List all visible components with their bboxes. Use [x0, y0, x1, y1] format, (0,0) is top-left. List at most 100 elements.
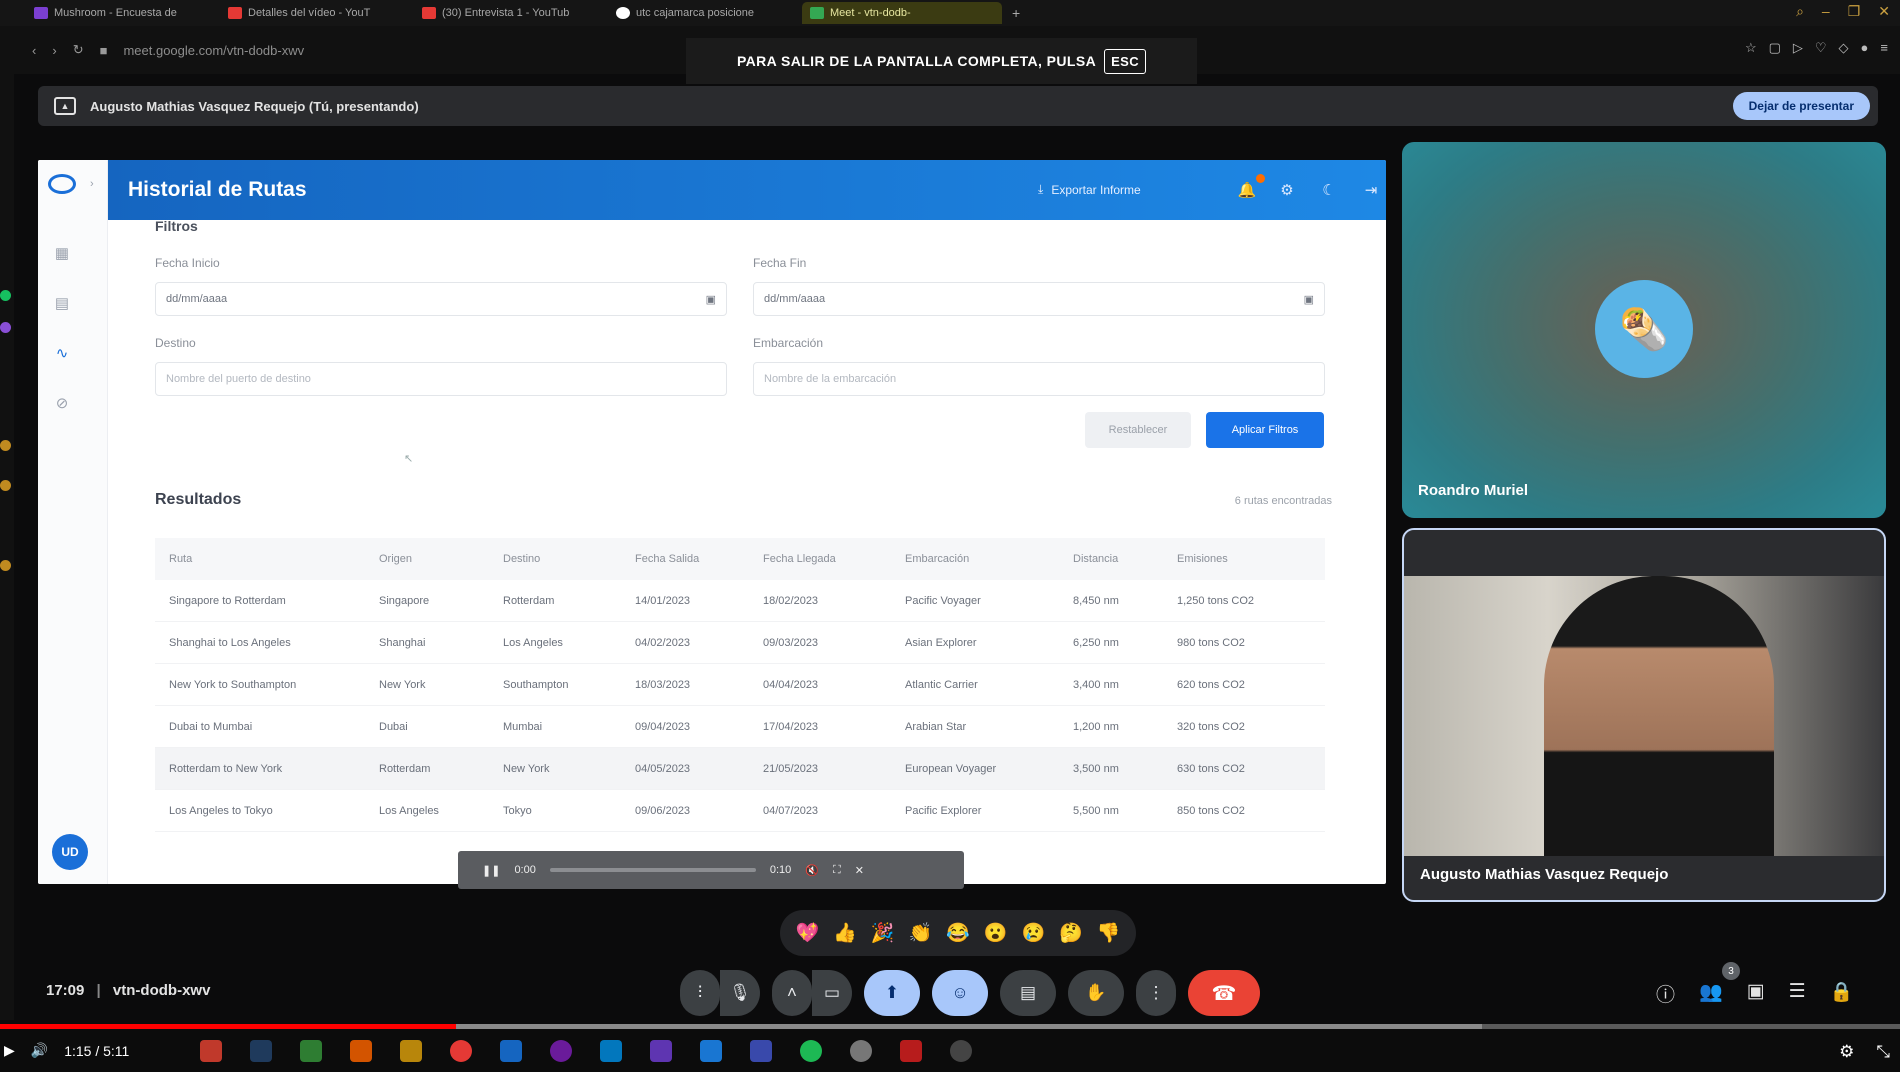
- column-header[interactable]: Destino: [503, 553, 635, 565]
- start-date-input[interactable]: dd/mm/aaaa ▣: [155, 282, 727, 316]
- people-icon[interactable]: 👥: [1699, 980, 1723, 1007]
- moon-icon[interactable]: ☾: [1317, 178, 1341, 202]
- browser-tab[interactable]: (30) Entrevista 1 - YouTub: [414, 2, 604, 24]
- reactions-button[interactable]: ☺: [932, 970, 988, 1016]
- bell-icon[interactable]: 🔔: [1235, 178, 1259, 202]
- pause-icon[interactable]: ❚❚: [482, 864, 500, 877]
- profile-icon[interactable]: ●: [1861, 40, 1869, 56]
- compass-icon[interactable]: ⊘: [52, 394, 72, 414]
- search-tabs-icon[interactable]: ⌕: [1796, 3, 1804, 20]
- cell-distance: 5,500 nm: [1073, 804, 1119, 817]
- new-tab-icon[interactable]: +: [1012, 5, 1020, 21]
- app-header: Historial de Rutas ⤓ Exportar Informe 🔔 ⚙…: [108, 160, 1386, 220]
- thumbs-up-reaction-icon[interactable]: 👍: [833, 921, 857, 945]
- minimize-icon[interactable]: –: [1822, 3, 1830, 20]
- thumbs-down-reaction-icon[interactable]: 👎: [1097, 921, 1121, 945]
- table-row[interactable]: Shanghai to Los Angeles Shanghai Los Angel…: [155, 622, 1325, 664]
- logout-icon[interactable]: ⇥: [1359, 178, 1383, 202]
- dashboard-icon[interactable]: ▦: [52, 244, 72, 264]
- audio-settings-button[interactable]: ⫶: [680, 970, 720, 1016]
- captions-button[interactable]: ▤: [1000, 970, 1056, 1016]
- browser-tab-active[interactable]: Meet - vtn-dodb-: [802, 2, 1002, 24]
- present-button[interactable]: ⬆: [864, 970, 920, 1016]
- party-reaction-icon[interactable]: 🎉: [871, 921, 895, 945]
- heart-reaction-icon[interactable]: 💖: [795, 921, 819, 945]
- clap-reaction-icon[interactable]: 👏: [908, 921, 932, 945]
- mute-icon[interactable]: 🔇: [805, 864, 819, 877]
- extensions-icon[interactable]: ◇: [1839, 40, 1849, 56]
- participant-video-figure: [1544, 576, 1774, 856]
- activities-icon[interactable]: ☰: [1789, 980, 1806, 1007]
- restore-icon[interactable]: ❐: [1848, 3, 1861, 20]
- participant-tile[interactable]: 🌯 Roandro Muriel: [1402, 142, 1886, 518]
- column-header[interactable]: Fecha Salida: [635, 553, 763, 565]
- video-settings-button[interactable]: ˄: [772, 970, 812, 1016]
- table-row[interactable]: New York to Southampton New York Southampt…: [155, 664, 1325, 706]
- gear-icon[interactable]: ⚙: [1275, 178, 1299, 202]
- people-count-badge: 3: [1722, 962, 1740, 980]
- video-current-time: 0:00: [514, 864, 536, 876]
- thinking-reaction-icon[interactable]: 🤔: [1059, 921, 1083, 945]
- camera-button[interactable]: ▭: [812, 970, 852, 1016]
- screenshot-icon[interactable]: ▢: [1769, 40, 1781, 56]
- column-header[interactable]: Distancia: [1073, 553, 1177, 565]
- browser-tab[interactable]: Mushroom - Encuesta de: [26, 2, 216, 24]
- url-field[interactable]: meet.google.com/vtn-dodb-xwv: [123, 43, 304, 58]
- cell-origin: Dubai: [379, 720, 408, 733]
- stop-presenting-button[interactable]: Dejar de presentar: [1732, 92, 1870, 120]
- column-header[interactable]: Emisiones: [1177, 553, 1325, 565]
- column-header[interactable]: Embarcación: [905, 553, 1073, 565]
- browser-tab[interactable]: utc cajamarca posicione: [608, 2, 798, 24]
- camera-indicator-icon[interactable]: ■: [100, 43, 108, 58]
- vessel-input[interactable]: Nombre de la embarcación: [753, 362, 1325, 396]
- play-icon[interactable]: ▷: [1793, 40, 1803, 56]
- reset-button[interactable]: Restablecer: [1085, 412, 1191, 448]
- column-header[interactable]: Fecha Llegada: [763, 553, 905, 565]
- browser-tab[interactable]: Detalles del vídeo - YouT: [220, 2, 410, 24]
- end-date-input[interactable]: dd/mm/aaaa ▣: [753, 282, 1325, 316]
- avatar[interactable]: UD: [52, 834, 88, 870]
- reload-icon[interactable]: ↻: [73, 42, 84, 58]
- cell-route: Rotterdam to New York: [169, 762, 283, 775]
- back-icon[interactable]: ‹: [32, 43, 36, 58]
- activity-icon[interactable]: ∿: [52, 344, 72, 364]
- menu-icon[interactable]: ≡: [1880, 40, 1888, 56]
- table-row[interactable]: Dubai to Mumbai Dubai Mumbai 09/04/2023 17/0…: [155, 706, 1325, 748]
- table-row[interactable]: Rotterdam to New York Rotterdam New York 04…: [155, 748, 1325, 790]
- fullscreen-icon[interactable]: ⛶: [833, 864, 841, 877]
- chat-icon[interactable]: ▣: [1747, 980, 1765, 1007]
- shield-icon[interactable]: ♡: [1815, 40, 1827, 56]
- destination-input[interactable]: Nombre del puerto de destino: [155, 362, 727, 396]
- calendar-icon[interactable]: ▣: [1304, 293, 1314, 306]
- calendar-icon[interactable]: ▣: [706, 293, 716, 306]
- info-icon[interactable]: ⓘ: [1656, 980, 1675, 1007]
- table-row[interactable]: Singapore to Rotterdam Singapore Rotterdam…: [155, 580, 1325, 622]
- sad-reaction-icon[interactable]: 😢: [1022, 921, 1046, 945]
- export-report-button[interactable]: ⤓ Exportar Informe: [1038, 182, 1141, 197]
- surprised-reaction-icon[interactable]: 😮: [984, 921, 1008, 945]
- table-row[interactable]: Los Angeles to Tokyo Los Angeles Tokyo 09/0…: [155, 790, 1325, 832]
- volume-icon[interactable]: 🔊: [31, 1042, 48, 1059]
- column-header[interactable]: Ruta: [155, 553, 379, 565]
- leave-call-button[interactable]: ☎: [1188, 970, 1260, 1016]
- settings-icon[interactable]: ⚙: [1839, 1042, 1854, 1062]
- video-progress-bar[interactable]: [549, 868, 756, 872]
- cell-destination: New York: [503, 762, 550, 775]
- microphone-button[interactable]: 🎙: [720, 970, 760, 1016]
- play-icon[interactable]: ▶: [4, 1042, 15, 1059]
- apply-filters-button[interactable]: Aplicar Filtros: [1206, 412, 1324, 448]
- host-controls-icon[interactable]: 🔒: [1830, 980, 1854, 1007]
- document-icon[interactable]: ▤: [52, 294, 72, 314]
- laugh-reaction-icon[interactable]: 😂: [946, 921, 970, 945]
- close-icon[interactable]: ✕: [855, 864, 864, 877]
- sidebar-expand-icon[interactable]: ›: [90, 178, 94, 190]
- exit-fullscreen-icon[interactable]: ⤡: [1876, 1042, 1890, 1062]
- close-window-icon[interactable]: ✕: [1878, 3, 1890, 20]
- raise-hand-button[interactable]: ✋: [1068, 970, 1124, 1016]
- bookmark-icon[interactable]: ☆: [1745, 40, 1757, 56]
- start-date-label: Fecha Inicio: [155, 256, 220, 270]
- more-options-button[interactable]: ⋮: [1136, 970, 1176, 1016]
- participant-tile-self[interactable]: Augusto Mathias Vasquez Requejo: [1402, 528, 1886, 902]
- forward-icon[interactable]: ›: [52, 43, 56, 58]
- column-header[interactable]: Origen: [379, 553, 503, 565]
